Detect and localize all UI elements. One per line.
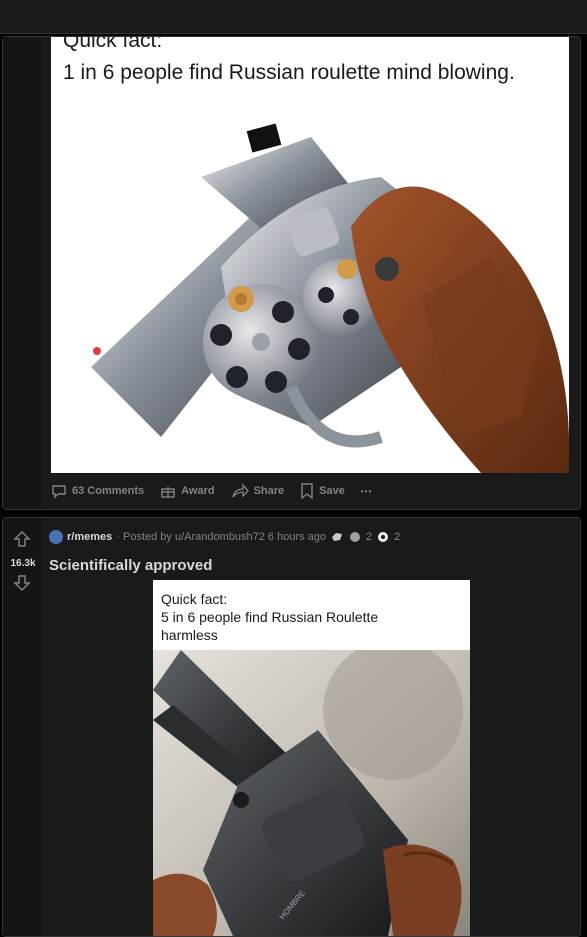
more-icon: •••	[360, 486, 373, 496]
share-label: Share	[253, 485, 285, 497]
post-title[interactable]: Scientifically approved	[49, 557, 212, 574]
award-count: 2	[366, 531, 373, 543]
save-button[interactable]: Save	[300, 483, 345, 499]
post-meta: r/memes · Posted by u/Arandombush72 6 ho…	[49, 528, 400, 546]
award-button[interactable]: Award	[160, 483, 215, 499]
comments-button[interactable]: 63 Comments	[51, 483, 144, 499]
upvote-icon[interactable]	[13, 530, 31, 548]
share-icon	[231, 483, 249, 498]
award-icon	[332, 533, 343, 541]
meme-caption-line2: 5 in 6 people find Russian Roulette	[161, 609, 379, 625]
revolver-illustration	[91, 123, 569, 473]
comment-icon	[52, 485, 66, 499]
bookmark-icon	[301, 483, 313, 499]
revolver-photo: HOMBRE	[153, 650, 470, 936]
meme-caption-line1: Quick fact:	[161, 591, 228, 607]
post-image[interactable]: Quick fact: 1 in 6 people find Russian r…	[51, 37, 569, 473]
award-icon	[350, 532, 361, 542]
award-label: Award	[181, 485, 215, 497]
post-image[interactable]: Quick fact: 5 in 6 people find Russian R…	[153, 580, 470, 936]
post-card[interactable]: 16.3k r/memes · Posted by u/Arandombush7…	[2, 517, 581, 937]
posted-by: · Posted by u/Arandombush72 6 hours ago	[116, 531, 327, 543]
subreddit-link[interactable]: r/memes	[67, 531, 112, 543]
comments-label: 63 Comments	[72, 485, 145, 497]
vote-score: 16.3k	[10, 558, 36, 569]
meme-caption-line3: harmless	[161, 627, 218, 643]
award-icon	[378, 532, 389, 542]
more-options-button[interactable]: •••	[361, 487, 372, 496]
vote-rail	[3, 37, 42, 509]
post-actions: 63 Comments Award Share Save •••	[51, 480, 372, 502]
top-bar	[0, 0, 587, 34]
award-count: 2	[394, 531, 401, 543]
share-button[interactable]: Share	[231, 483, 285, 499]
subreddit-icon[interactable]	[49, 530, 63, 544]
save-label: Save	[319, 485, 345, 497]
post-card[interactable]: Quick fact: 1 in 6 people find Russian r…	[2, 36, 581, 510]
gift-icon	[161, 487, 175, 498]
downvote-icon[interactable]	[13, 574, 31, 592]
